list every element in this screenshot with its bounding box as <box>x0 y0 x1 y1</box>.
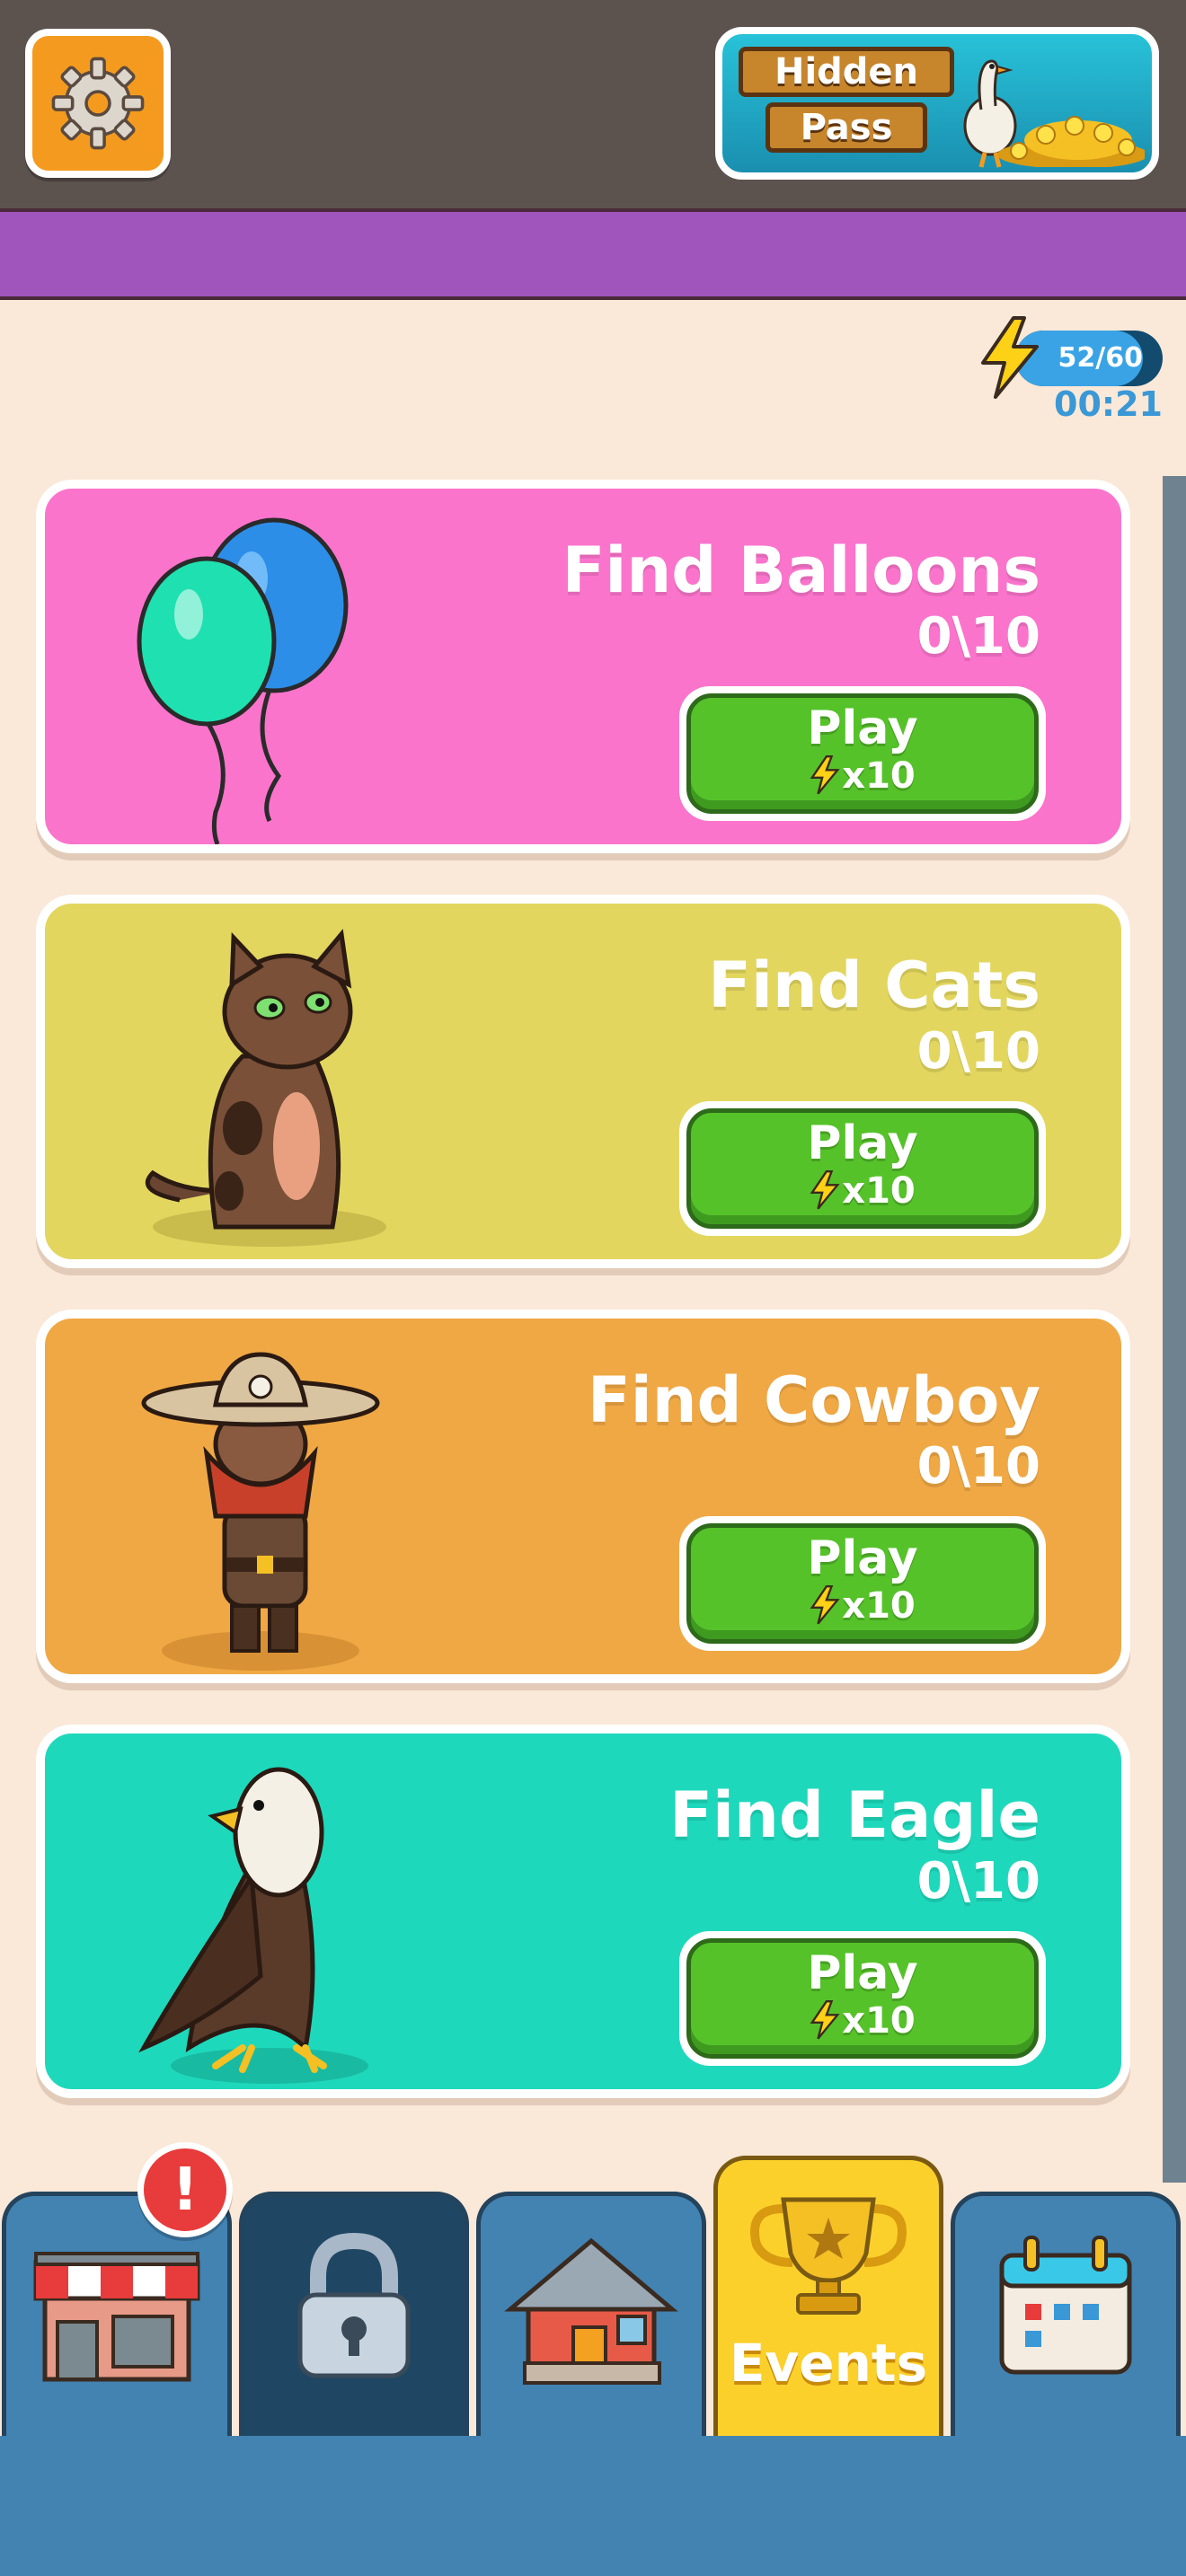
calendar-icon <box>999 2236 1132 2375</box>
hidden-pass-title-line1: Hidden <box>739 47 954 97</box>
nav-base <box>0 2436 1186 2576</box>
tab-home[interactable] <box>476 2192 706 2436</box>
cowboy-icon <box>141 1352 380 1671</box>
bottom-nav: ! Events <box>0 2142 1186 2576</box>
lightning-bolt-icon <box>810 2000 840 2040</box>
play-cost: x10 <box>691 2000 1034 2042</box>
play-button[interactable]: Play x10 <box>679 1516 1046 1651</box>
lock-icon <box>297 2232 411 2378</box>
alert-badge: ! <box>137 2142 233 2237</box>
event-progress: 0\10 <box>916 1022 1040 1081</box>
play-label: Play <box>807 1116 918 1170</box>
settings-button[interactable] <box>25 29 171 178</box>
shop-icon <box>33 2252 200 2382</box>
event-card-cowboy: Find Cowboy 0\10 Play x10 <box>36 1310 1130 1683</box>
lightning-bolt-icon <box>810 1585 840 1625</box>
play-label: Play <box>807 1531 918 1585</box>
cat-icon <box>145 929 386 1247</box>
play-cost-value: x10 <box>842 1585 916 1627</box>
house-icon <box>504 2237 678 2385</box>
play-cost-value: x10 <box>842 1170 916 1212</box>
event-title: Find Eagle <box>669 1778 1040 1852</box>
event-card-balloons: Find Balloons 0\10 Play x10 <box>36 480 1130 853</box>
play-button[interactable]: Play x10 <box>679 1101 1046 1236</box>
play-label: Play <box>807 1946 918 2000</box>
event-banner-bar <box>0 208 1186 300</box>
event-card-eagle: Find Eagle 0\10 Play x10 <box>36 1725 1130 2098</box>
event-progress: 0\10 <box>916 1437 1040 1495</box>
gear-icon <box>51 57 145 150</box>
energy-meter: 52/60 00:21 <box>978 316 1166 424</box>
gold-coins-icon <box>997 116 1145 167</box>
top-bar: Hidden Pass <box>0 0 1186 208</box>
tab-locked[interactable] <box>239 2192 469 2436</box>
energy-timer: 00:21 <box>1054 384 1163 424</box>
play-cost-value: x10 <box>842 755 916 797</box>
scrollbar[interactable] <box>1163 476 1186 2183</box>
play-cost: x10 <box>691 1585 1034 1627</box>
play-button[interactable]: Play x10 <box>679 1931 1046 2066</box>
play-cost: x10 <box>691 1170 1034 1212</box>
event-progress: 0\10 <box>916 607 1040 666</box>
balloons-icon <box>137 517 349 844</box>
hidden-pass-title-line2: Pass <box>766 102 927 153</box>
play-button[interactable]: Play x10 <box>679 686 1046 821</box>
play-label: Play <box>807 701 918 755</box>
event-card-cats: Find Cats 0\10 Play x10 <box>36 895 1130 1268</box>
play-cost-value: x10 <box>842 2000 916 2042</box>
play-cost: x10 <box>691 755 1034 797</box>
eagle-icon <box>138 1767 368 2084</box>
tab-shop[interactable]: ! <box>2 2142 233 2436</box>
tab-calendar[interactable] <box>951 2192 1181 2436</box>
hidden-pass-sign: Hidden Pass <box>739 47 954 156</box>
event-title: Find Balloons <box>562 534 1040 607</box>
event-progress: 0\10 <box>916 1852 1040 1910</box>
lightning-bolt-icon <box>810 755 840 795</box>
tab-events[interactable]: Events <box>713 2156 943 2436</box>
trophy-icon <box>750 2197 907 2315</box>
lightning-bolt-icon <box>810 1170 840 1210</box>
tab-events-label: Events <box>729 2333 928 2394</box>
event-title: Find Cats <box>708 948 1040 1022</box>
event-title: Find Cowboy <box>587 1363 1040 1437</box>
hidden-pass-button[interactable]: Hidden Pass <box>715 27 1159 180</box>
